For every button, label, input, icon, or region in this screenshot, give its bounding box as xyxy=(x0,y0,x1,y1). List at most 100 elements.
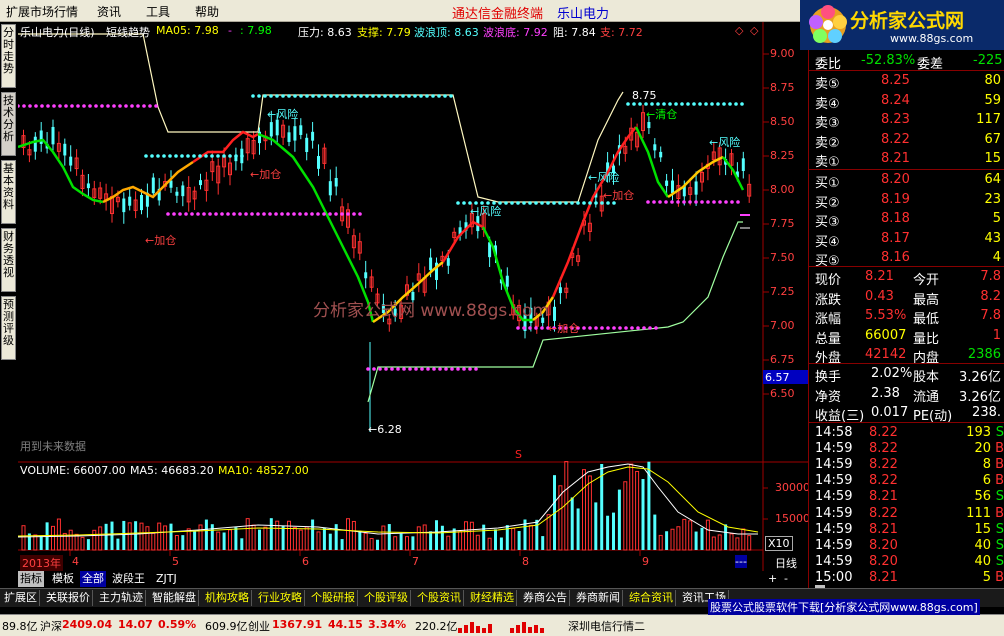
level-dot xyxy=(401,94,405,98)
volume-bar xyxy=(240,538,244,550)
chart-ma-sep: - xyxy=(228,24,232,37)
level-dot xyxy=(329,94,333,98)
tab-all[interactable]: 全部 xyxy=(80,571,106,587)
ask-label: 卖① xyxy=(815,155,840,170)
function-button[interactable]: 扩展区 xyxy=(2,590,40,606)
function-button[interactable]: 行业攻略 xyxy=(256,590,305,606)
tick-price: 8.21 xyxy=(869,521,898,537)
level-dot xyxy=(316,212,320,216)
menu-tools[interactable]: 工具 xyxy=(146,3,170,20)
price-label: 7.75 xyxy=(770,217,795,230)
annotation-high: 8.75 xyxy=(632,89,657,102)
function-button[interactable]: 个股研报 xyxy=(309,590,358,606)
level-dot xyxy=(210,154,214,158)
function-button[interactable]: 智能解盘 xyxy=(150,590,199,606)
zoom-out-icon[interactable]: - xyxy=(784,572,788,585)
level-dot xyxy=(180,154,184,158)
level-dot xyxy=(365,94,369,98)
function-button[interactable]: 个股资讯 xyxy=(415,590,464,606)
level-dot xyxy=(216,154,220,158)
level-dot xyxy=(377,94,381,98)
tab-template[interactable]: 模板 xyxy=(50,571,76,587)
level-dot xyxy=(371,94,375,98)
quote-row: 总量 66007 量比 1 xyxy=(809,327,1004,347)
tick-flag: S xyxy=(995,489,1004,505)
level-dot xyxy=(269,94,273,98)
tab-technical[interactable]: 技术分析 xyxy=(1,92,16,156)
function-button[interactable]: 主力轨迹 xyxy=(97,590,146,606)
chart-indicator-name[interactable]: 短线趋势 xyxy=(106,24,150,40)
volume-bar xyxy=(358,530,362,550)
tab-fundamentals[interactable]: 基本资料 xyxy=(1,160,16,224)
volume-bar xyxy=(328,533,332,550)
server-name[interactable]: 深圳电信行情二 xyxy=(568,618,645,634)
annotation-add-4: ←加仓 xyxy=(548,322,580,335)
level-dot xyxy=(124,104,128,108)
candle-body xyxy=(665,180,669,186)
quote-value: 1 xyxy=(992,327,1001,343)
menu-help[interactable]: 帮助 xyxy=(195,3,219,20)
level-dot xyxy=(82,104,86,108)
function-button[interactable]: 机构攻略 xyxy=(203,590,252,606)
panel-divider xyxy=(809,266,1004,267)
level-dot xyxy=(419,94,423,98)
function-button[interactable]: 券商公告 xyxy=(521,590,570,606)
level-dot xyxy=(323,94,327,98)
menu-news[interactable]: 资讯 xyxy=(97,3,121,20)
order-diff-value: -225 xyxy=(973,53,1003,68)
level-dot xyxy=(456,201,460,205)
tab-indicator[interactable]: 指标 xyxy=(18,571,44,587)
bid-label: 买② xyxy=(815,195,840,211)
quote-panel: 委比 -52.83% 委差 -225 卖⑤ 8.25 80 卖④ 8.24 59 卖③ 8.2… xyxy=(808,50,1004,600)
bid-volume: 23 xyxy=(984,191,1001,207)
volume-bar xyxy=(258,529,261,550)
level-dot xyxy=(383,94,387,98)
level-dot xyxy=(700,200,704,204)
level-dot xyxy=(626,102,630,106)
tab-wave-king[interactable]: 波段王 xyxy=(110,571,147,587)
ask-volume: 15 xyxy=(984,151,1001,166)
quote-value: 42142 xyxy=(865,347,907,362)
quote-label: 量比 xyxy=(913,331,940,347)
ad-banner[interactable]: 股票公式股票软件下载[分析家公式网www.88gs.com] xyxy=(708,599,980,615)
volume-bar xyxy=(411,536,415,550)
ask-label: 卖③ xyxy=(815,116,840,131)
level-dot xyxy=(168,154,172,158)
annotation-add-3: ←加仓 xyxy=(603,189,635,202)
quote-value: 7.8 xyxy=(980,308,1001,323)
level-dot xyxy=(263,94,267,98)
level-dot xyxy=(606,326,610,330)
volume-bar xyxy=(617,489,621,550)
tab-intraday[interactable]: 分时走势 xyxy=(1,24,16,88)
tick-flag: S xyxy=(995,553,1004,569)
level-dot xyxy=(280,212,284,216)
date-month: 5 xyxy=(172,555,179,568)
function-button[interactable]: 关联报价 xyxy=(44,590,93,606)
function-button[interactable]: 综合资讯 xyxy=(627,590,676,606)
level-dot xyxy=(240,154,244,158)
close-icon[interactable]: ◇ xyxy=(750,24,758,37)
tab-zjtj[interactable]: ZJTJ xyxy=(154,571,179,587)
tick-price: 8.21 xyxy=(869,489,898,505)
function-button[interactable]: 券商新闻 xyxy=(574,590,623,606)
function-button[interactable]: 个股评级 xyxy=(362,590,411,606)
level-dot xyxy=(648,326,652,330)
volume-unit: X10 xyxy=(765,536,793,551)
panel-divider xyxy=(809,70,1004,71)
level-dot xyxy=(692,102,696,106)
volume-bar xyxy=(134,521,138,550)
level-dot xyxy=(40,104,44,108)
zoom-in-icon[interactable]: + xyxy=(768,572,777,585)
candle-body xyxy=(653,144,657,151)
menu-extended-market[interactable]: 扩展市场行情 xyxy=(6,3,78,20)
quote-value: 5.53% xyxy=(865,308,907,323)
date-month: 7 xyxy=(412,555,419,568)
tab-financial[interactable]: 财务透视 xyxy=(1,228,16,292)
current-price-value: 6.57 xyxy=(765,371,790,384)
scroll-more-icon[interactable]: --- xyxy=(735,555,747,568)
function-button[interactable]: 财经精选 xyxy=(468,590,517,606)
finance-value: 238. xyxy=(972,405,1001,420)
tab-forecast[interactable]: 预测评级 xyxy=(1,296,16,360)
diamond-icon[interactable]: ◇ xyxy=(735,24,743,37)
period-label[interactable]: 日线 xyxy=(775,555,797,571)
